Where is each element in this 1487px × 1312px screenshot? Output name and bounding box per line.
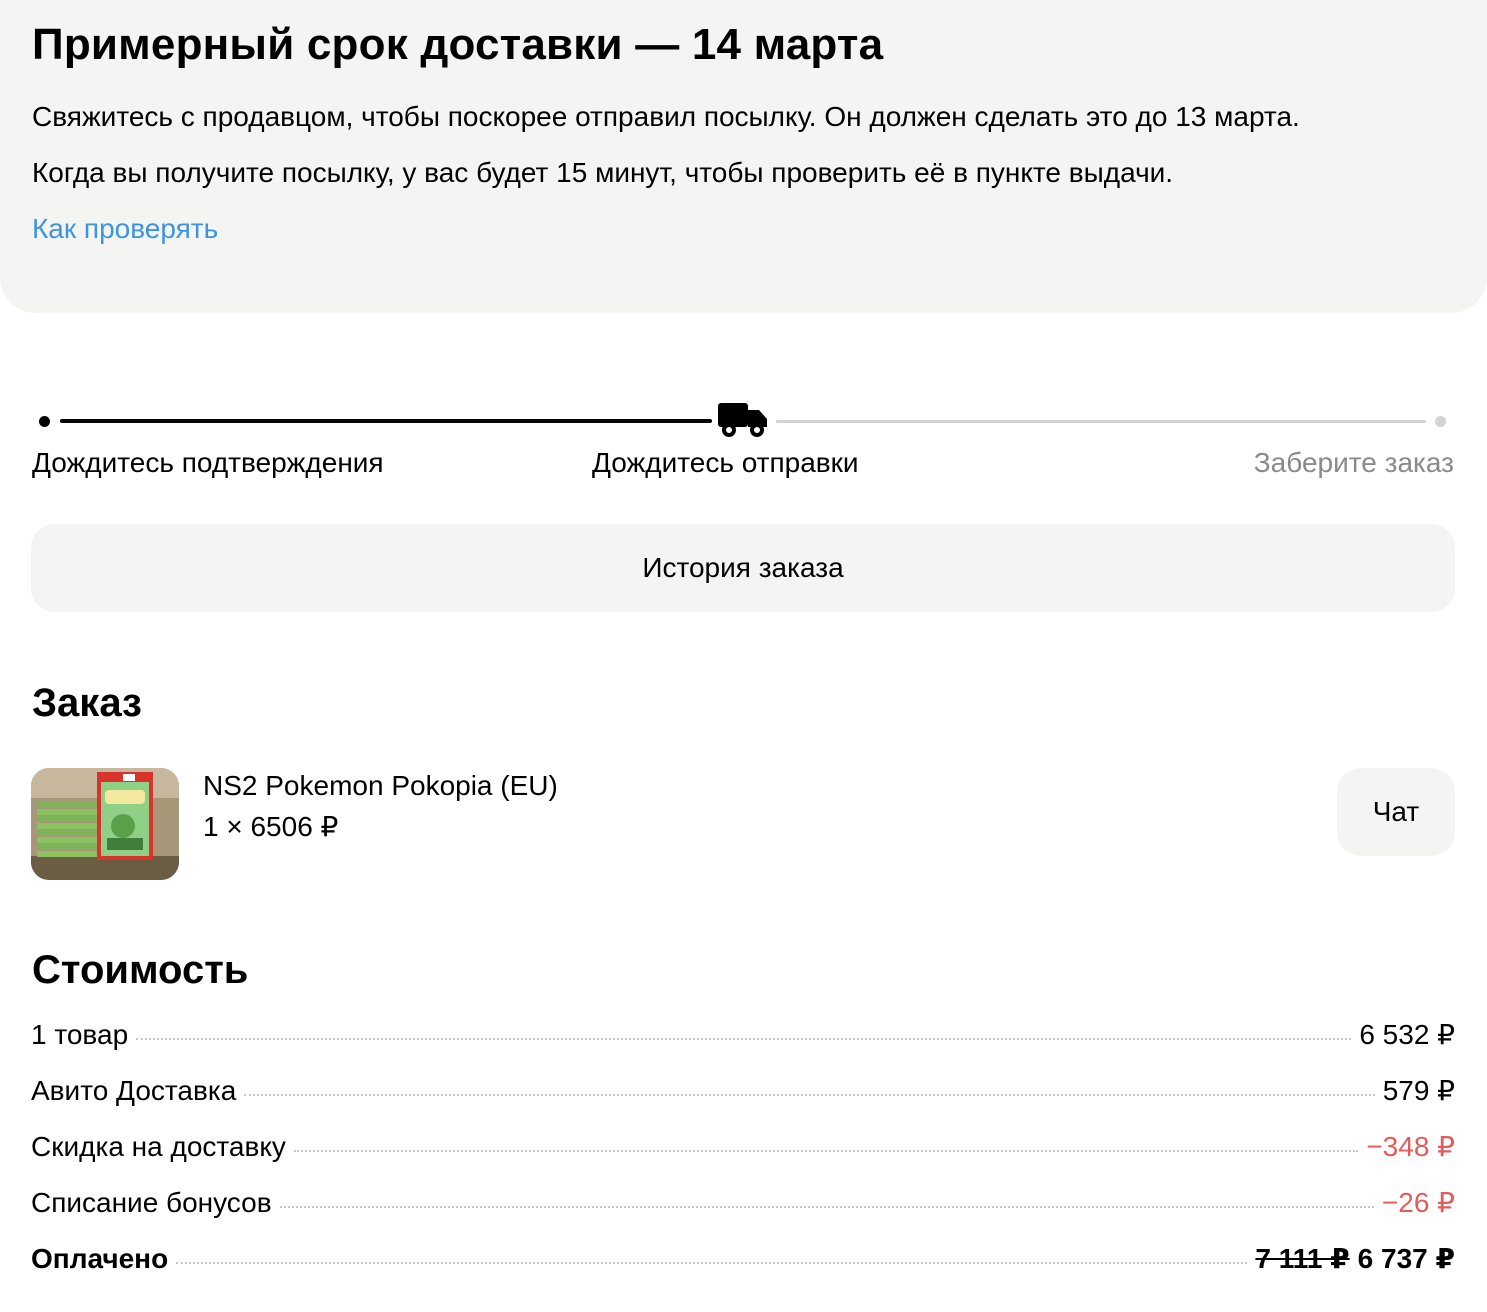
order-history-button[interactable]: История заказа (31, 524, 1455, 612)
cost-row-bonuses: Списание бонусов −26 ₽ (31, 1186, 1455, 1242)
total-value: 7 111 ₽6 737 ₽ (1255, 1242, 1455, 1275)
total-paid-price: 6 737 ₽ (1357, 1243, 1455, 1274)
order-section-title: Заказ (32, 681, 142, 725)
how-to-check-link[interactable]: Как проверять (32, 213, 218, 245)
product-thumbnail[interactable] (31, 768, 179, 880)
cost-label: 1 товар (31, 1019, 129, 1050)
delivery-note-check: Когда вы получите посылку, у вас будет 1… (32, 157, 1174, 188)
cost-label: Списание бонусов (31, 1187, 272, 1218)
cost-row-delivery: Авито Доставка 579 ₽ (31, 1074, 1455, 1130)
progress-done-segment (60, 419, 712, 423)
step-label-confirmation: Дождитесь подтверждения (32, 447, 384, 478)
progress-start-dot (39, 416, 50, 427)
cost-row-delivery-discount: Скидка на доставку −348 ₽ (31, 1130, 1455, 1186)
dotted-leader (293, 1150, 1359, 1152)
cost-value-negative: −348 ₽ (1366, 1131, 1455, 1162)
delivery-note-seller: Свяжитесь с продавцом, чтобы поскорее от… (32, 101, 1300, 132)
cost-row-items: 1 товар 6 532 ₽ (31, 1018, 1455, 1074)
progress-pending-segment (776, 420, 1426, 423)
chat-button[interactable]: Чат (1337, 768, 1455, 856)
cost-row-paid-total: Оплачено 7 111 ₽6 737 ₽ (31, 1242, 1455, 1298)
step-label-shipping: Дождитесь отправки (592, 447, 859, 478)
dotted-leader (176, 1262, 1248, 1264)
cost-label: Авито Доставка (31, 1075, 237, 1106)
cost-label: Скидка на доставку (31, 1131, 286, 1162)
truck-icon (718, 403, 767, 437)
product-price: 1 × 6506 ₽ (203, 811, 339, 842)
cost-value: 6 532 ₽ (1359, 1019, 1455, 1050)
dotted-leader (244, 1094, 1375, 1096)
step-label-pickup: Заберите заказ (1253, 447, 1454, 478)
product-name[interactable]: NS2 Pokemon Pokopia (EU) (203, 770, 558, 802)
cost-value-negative: −26 ₽ (1381, 1187, 1455, 1218)
dotted-leader (136, 1038, 1352, 1040)
dotted-leader (279, 1206, 1374, 1208)
order-progress: Дождитесь подтверждения Дождитесь отправ… (0, 395, 1487, 515)
cost-breakdown: 1 товар 6 532 ₽ Авито Доставка 579 ₽ Ски… (31, 1018, 1455, 1298)
cost-section-title: Стоимость (32, 948, 249, 992)
progress-end-dot (1435, 416, 1446, 427)
total-old-price: 7 111 ₽ (1255, 1243, 1350, 1274)
total-label: Оплачено (31, 1243, 169, 1274)
delivery-title: Примерный срок доставки — 14 марта (32, 20, 884, 69)
delivery-info-card: Примерный срок доставки — 14 марта Свяжи… (0, 0, 1487, 313)
cost-value: 579 ₽ (1382, 1075, 1455, 1106)
